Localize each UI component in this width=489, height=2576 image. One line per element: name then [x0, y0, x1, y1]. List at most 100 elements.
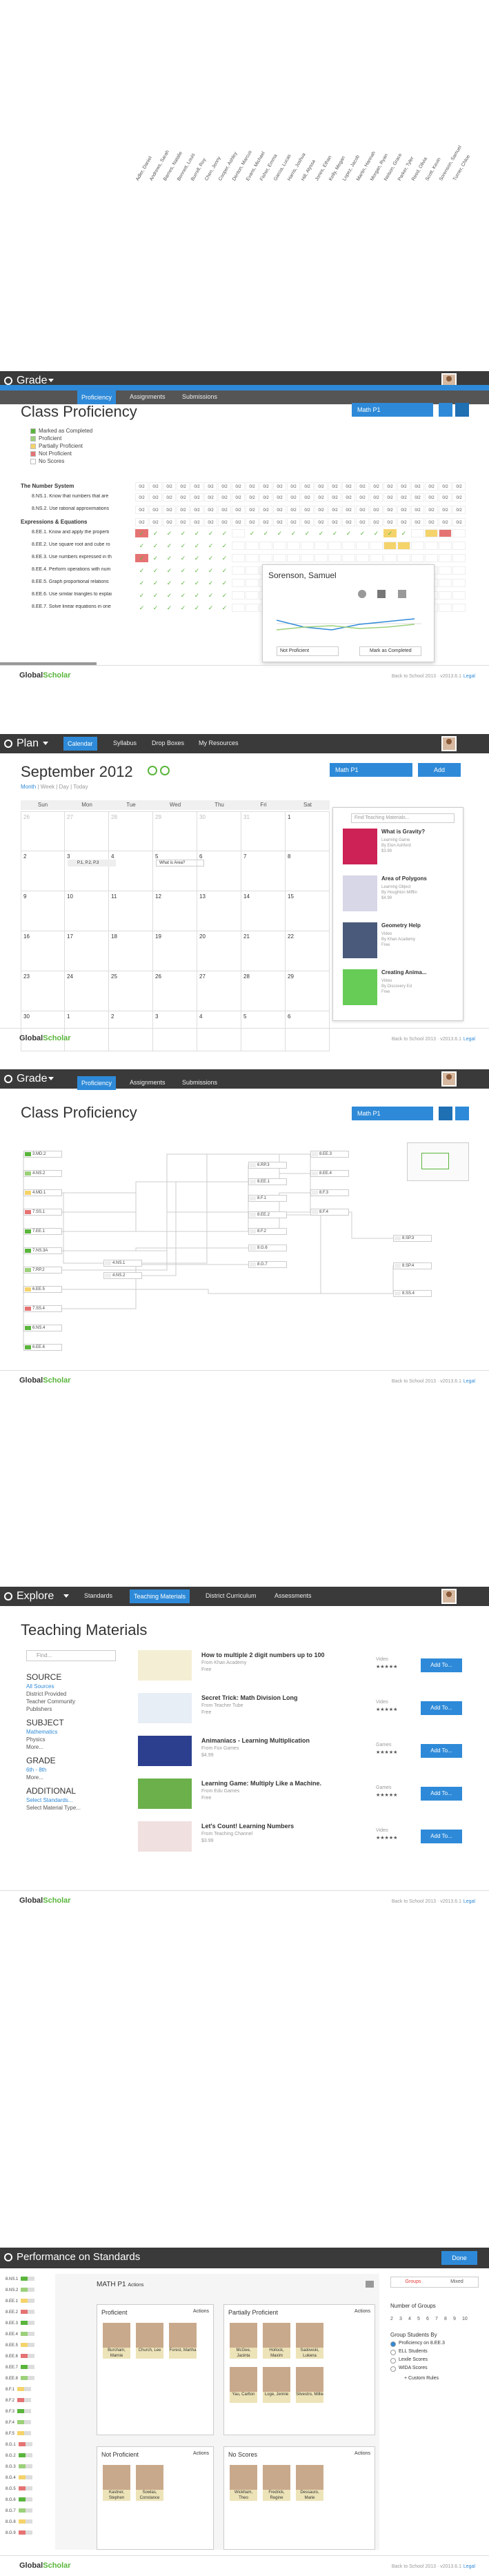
student-card[interactable]: Church, Lee — [136, 2323, 163, 2359]
score-cell[interactable]: ✓ — [342, 529, 355, 537]
calendar-event[interactable]: P.1, P.2, P.3 — [68, 860, 116, 866]
score-cell[interactable] — [397, 554, 410, 562]
score-cell[interactable] — [439, 554, 452, 562]
score-cell[interactable]: ✓ — [135, 542, 148, 550]
score-cell[interactable] — [397, 542, 410, 550]
group-actions[interactable]: Actions — [355, 2309, 370, 2314]
score-cell[interactable]: ✓ — [218, 579, 231, 587]
tab-my-resources[interactable]: My Resources — [199, 740, 239, 746]
score-cell[interactable]: 0/2 — [232, 518, 245, 526]
student-card[interactable]: Loge, Jennie — [263, 2367, 290, 2403]
score-cell[interactable] — [425, 554, 438, 562]
material-thumb[interactable] — [343, 875, 377, 911]
status-select[interactable]: Not Proficient — [277, 646, 339, 656]
standard-item[interactable]: 8.G.8 — [6, 2519, 47, 2525]
student-card[interactable]: Silvestro, Millie — [296, 2367, 323, 2403]
score-cell[interactable]: ✓ — [149, 542, 162, 550]
score-cell[interactable] — [439, 591, 452, 600]
score-cell[interactable]: ✓ — [301, 529, 314, 537]
grid-view-icon[interactable] — [439, 1107, 452, 1120]
mark-completed-checkbox[interactable]: Mark as Completed — [359, 646, 421, 656]
score-cell[interactable]: 0/2 — [411, 518, 424, 526]
map-node[interactable]: 6.EE.5 — [23, 1286, 62, 1293]
score-cell[interactable]: ✓ — [218, 554, 231, 562]
score-cell[interactable]: ✓ — [149, 579, 162, 587]
score-cell[interactable]: ✓ — [135, 579, 148, 587]
score-cell[interactable]: 0/2 — [328, 493, 341, 502]
tab-teaching-materials[interactable]: Teaching Materials — [130, 1589, 190, 1603]
standard-row-label[interactable]: 8.EE.4. Perform operations with num — [21, 567, 131, 572]
student-card[interactable]: Sowlas, Constance — [136, 2465, 163, 2501]
material-title[interactable]: How to multiple 2 digit numbers up to 10… — [201, 1652, 325, 1658]
calendar-day[interactable]: 6 — [197, 851, 241, 891]
calendar-day[interactable]: 13 — [197, 891, 241, 931]
student-group[interactable]: Proficient Actions Burcham, Marnie Church, … — [97, 2304, 214, 2435]
score-cell[interactable]: ✓ — [204, 591, 217, 600]
calendar-day[interactable]: 10 — [65, 891, 109, 931]
student-card[interactable]: Hollock, Maxim — [263, 2323, 290, 2359]
next-month-icon[interactable] — [160, 766, 170, 775]
score-cell[interactable]: ✓ — [370, 529, 383, 537]
score-cell[interactable]: ✓ — [163, 604, 176, 612]
group-count-option[interactable]: 6 — [426, 2317, 429, 2321]
calendar-day[interactable]: 8 — [286, 851, 330, 891]
student-card[interactable]: Burcham, Marnie — [103, 2323, 130, 2359]
score-cell[interactable] — [452, 542, 466, 550]
group-by-radio[interactable] — [390, 2350, 396, 2355]
score-cell[interactable] — [246, 604, 259, 612]
add-button[interactable]: Add — [418, 763, 461, 777]
group-count-option[interactable]: 9 — [453, 2317, 456, 2321]
calendar-day[interactable]: 27 — [197, 971, 241, 1011]
score-cell[interactable]: 0/2 — [356, 518, 369, 526]
score-cell[interactable]: 0/2 — [342, 518, 355, 526]
standard-row-label[interactable]: 8.NS.2. Use rational approximations — [21, 506, 131, 511]
student-card[interactable]: Wickham, Theo — [230, 2465, 257, 2501]
score-cell[interactable]: ✓ — [204, 604, 217, 612]
score-cell[interactable]: 0/2 — [425, 506, 438, 514]
score-cell[interactable]: ✓ — [204, 554, 217, 562]
score-cell[interactable]: ✓ — [163, 579, 176, 587]
map-node[interactable]: 8.G.6 — [248, 1245, 287, 1251]
map-node[interactable]: 4.NS.2 — [23, 1170, 62, 1177]
score-cell[interactable] — [232, 579, 245, 587]
score-cell[interactable]: 0/2 — [411, 493, 424, 502]
score-cell[interactable] — [232, 542, 245, 550]
add-to-button[interactable]: Add To... — [421, 1830, 462, 1843]
shuffle-icon[interactable] — [366, 2281, 374, 2288]
score-cell[interactable]: ✓ — [177, 604, 190, 612]
student-group[interactable]: Partially Proficient Actions McGee, Jacint… — [223, 2304, 375, 2435]
standard-item[interactable]: 8.G.1 — [6, 2442, 47, 2448]
score-cell[interactable]: 0/2 — [232, 506, 245, 514]
score-cell[interactable]: 0/2 — [204, 506, 217, 514]
filter-option[interactable]: More... — [26, 1774, 43, 1781]
standard-item[interactable]: 8.G.4 — [6, 2475, 47, 2481]
student-card[interactable]: Forest, Martha — [169, 2323, 197, 2359]
score-cell[interactable]: 0/2 — [190, 506, 203, 514]
score-cell[interactable] — [273, 542, 286, 550]
score-cell[interactable]: 0/2 — [356, 493, 369, 502]
score-cell[interactable] — [287, 554, 300, 562]
search-input[interactable]: Find... — [26, 1650, 116, 1661]
material-title[interactable]: Let's Count! Learning Numbers — [201, 1823, 294, 1830]
tab-calendar[interactable]: Calendar — [63, 737, 97, 751]
filter-option[interactable]: 6th - 8th — [26, 1767, 46, 1773]
tab-assessments[interactable]: Assessments — [275, 1592, 312, 1599]
standard-item[interactable]: 8.NS.2 — [6, 2288, 47, 2293]
score-cell[interactable]: 0/2 — [425, 518, 438, 526]
filter-option[interactable]: District Provided — [26, 1691, 66, 1697]
map-node[interactable]: 8.G.7 — [248, 1261, 287, 1268]
filter-option[interactable]: Select Standards... — [26, 1797, 73, 1803]
group-count-option[interactable]: 2 — [390, 2317, 393, 2321]
standard-item[interactable]: 8.F.5 — [6, 2431, 47, 2437]
class-select[interactable]: Math P1 — [352, 403, 433, 417]
calendar-day[interactable]: 21 — [241, 931, 286, 971]
standard-item[interactable]: 8.EE.8 — [6, 2376, 47, 2381]
score-cell[interactable]: 0/2 — [383, 506, 397, 514]
add-to-button[interactable]: Add To... — [421, 1787, 462, 1801]
score-cell[interactable] — [232, 566, 245, 575]
score-cell[interactable]: 0/2 — [287, 518, 300, 526]
view-today[interactable]: Today — [73, 784, 88, 790]
score-cell[interactable] — [246, 591, 259, 600]
score-cell[interactable]: 0/2 — [397, 506, 410, 514]
add-to-button[interactable]: Add To... — [421, 1658, 462, 1672]
